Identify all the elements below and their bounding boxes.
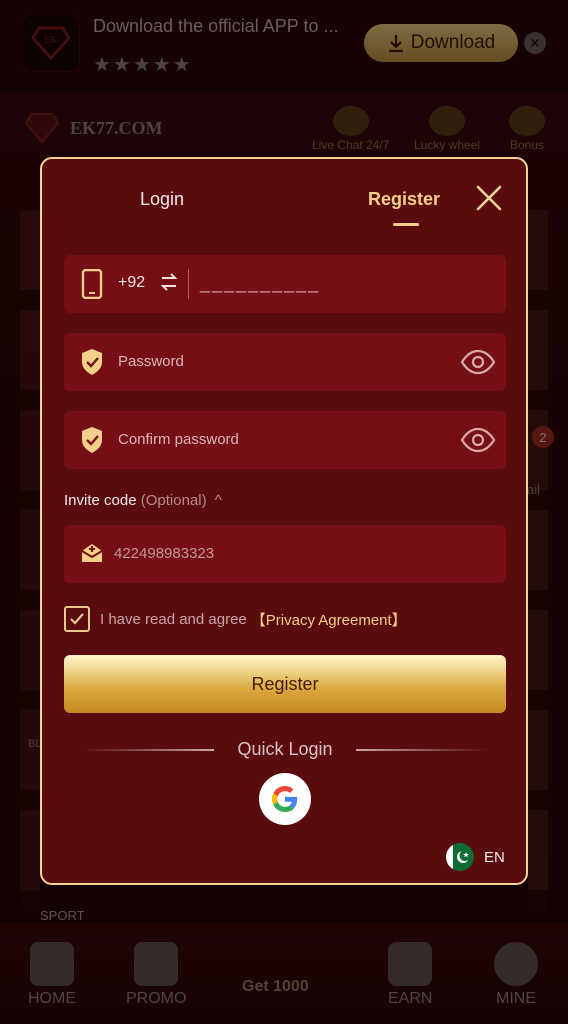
phone-icon — [80, 268, 104, 300]
invite-code-input[interactable]: 422498983323 — [114, 545, 214, 562]
divider-line-right — [356, 749, 488, 751]
tab-active-indicator — [393, 223, 419, 226]
swap-icon[interactable] — [160, 271, 178, 293]
quick-login-divider: Quick Login — [64, 739, 506, 761]
shield-icon — [80, 425, 104, 455]
tab-login[interactable]: Login — [140, 189, 184, 210]
invite-code-toggle[interactable]: Invite code (Optional) ^ — [64, 492, 222, 509]
phone-input[interactable]: __________ — [200, 273, 320, 294]
close-modal-button[interactable] — [474, 183, 504, 213]
google-login-button[interactable] — [259, 773, 311, 825]
envelope-icon — [80, 541, 104, 571]
show-password-eye-icon[interactable] — [460, 347, 496, 377]
invite-code-label: Invite code — [64, 492, 137, 509]
agreement-row: I have read and agree 【Privacy Agreement… — [64, 606, 407, 632]
agreement-text: I have read and agree — [100, 610, 247, 628]
invite-optional-label: (Optional) — [140, 492, 207, 509]
chevron-up-icon: ^ — [214, 492, 222, 509]
show-confirm-password-eye-icon[interactable] — [460, 425, 496, 455]
agreement-checkbox[interactable] — [64, 606, 90, 632]
close-icon — [476, 185, 502, 211]
register-button[interactable]: Register — [64, 655, 506, 713]
privacy-agreement-link[interactable]: 【Privacy Agreement】 — [251, 609, 407, 630]
tab-register[interactable]: Register — [368, 189, 440, 210]
register-modal: Login Register +92 __________ Password C… — [40, 157, 528, 885]
phone-field[interactable]: +92 __________ — [64, 255, 506, 313]
invite-code-field[interactable]: 422498983323 — [64, 525, 506, 583]
password-input[interactable]: Password — [118, 353, 184, 370]
confirm-password-field[interactable]: Confirm password — [64, 411, 506, 469]
password-field[interactable]: Password — [64, 333, 506, 391]
language-label: EN — [484, 848, 505, 866]
field-divider — [188, 269, 189, 299]
google-icon — [272, 786, 298, 812]
language-selector[interactable]: EN — [446, 843, 505, 871]
confirm-password-input[interactable]: Confirm password — [118, 431, 239, 448]
checkmark-icon — [70, 613, 84, 625]
country-code[interactable]: +92 — [118, 274, 145, 292]
shield-icon — [80, 347, 104, 377]
pakistan-flag-icon — [446, 843, 474, 871]
